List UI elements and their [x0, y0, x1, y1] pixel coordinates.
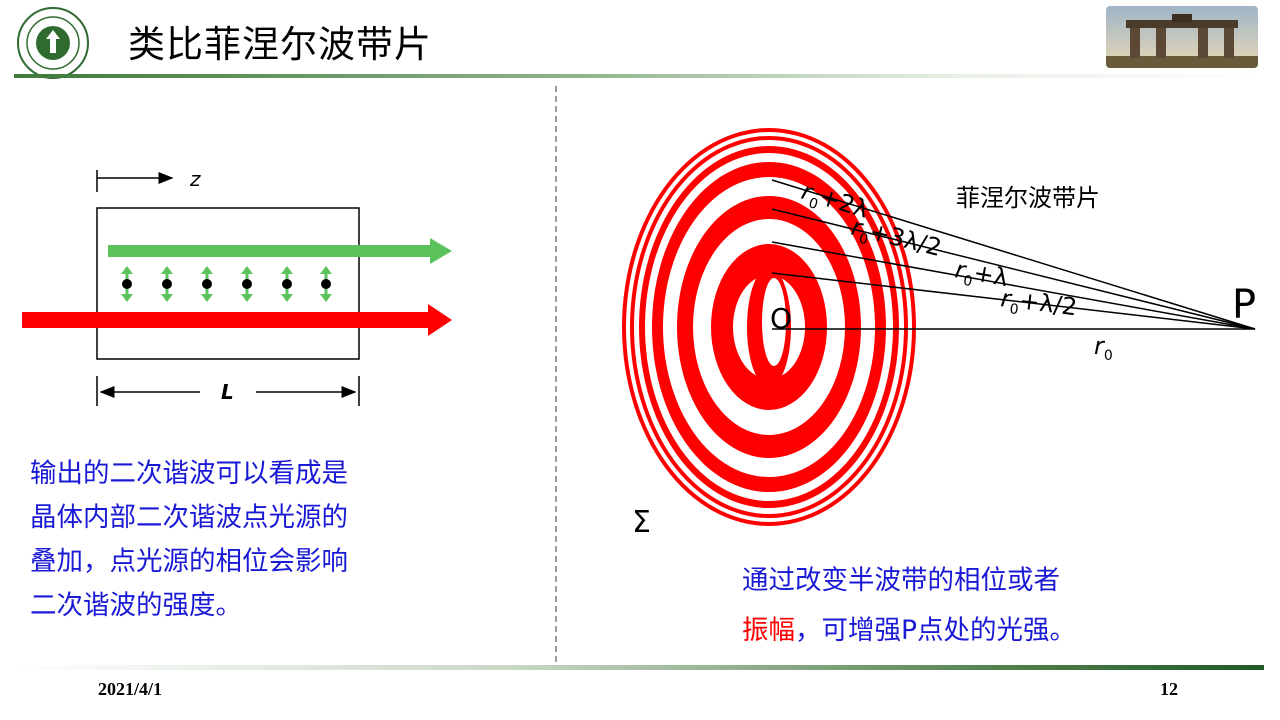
- green-beam-head: [430, 238, 452, 264]
- campus-gate-photo: [1106, 6, 1258, 68]
- dipole: [320, 266, 332, 302]
- right-text-line2-rest: ，可增强P点处的光强。: [795, 615, 1076, 646]
- dipole: [201, 266, 213, 302]
- r0-half-wave-label: r0+λ/2: [999, 284, 1079, 325]
- sigma-label: Σ: [632, 505, 651, 540]
- slide-number: 12: [1160, 679, 1178, 699]
- university-logo: [16, 6, 90, 80]
- dipole: [241, 266, 253, 302]
- dipole: [121, 266, 133, 302]
- L-label: L: [221, 380, 234, 404]
- red-beam-head: [428, 304, 452, 336]
- header-rule: [14, 74, 1266, 78]
- page-title: 类比菲涅尔波带片: [128, 23, 432, 66]
- P-label: P: [1232, 282, 1256, 328]
- amplitude-highlight: 振幅: [742, 615, 795, 646]
- zone-plate-diagram: O P Σ 菲涅尔波带片 r0 r0+λ/2 r0+λ r0+3λ/2 r0+2…: [622, 128, 1256, 540]
- left-text-line: 输出的二次谐波可以看成是: [30, 458, 348, 489]
- left-text-line: 叠加，点光源的相位会影响: [30, 546, 348, 577]
- zone-plate-label: 菲涅尔波带片: [956, 184, 1100, 212]
- dipole: [281, 266, 293, 302]
- right-text-line2: 振幅，可增强P点处的光强。: [742, 606, 1162, 656]
- right-explanation: 通过改变半波带的相位或者 振幅，可增强P点处的光强。: [742, 556, 1162, 656]
- red-beam: [22, 312, 430, 328]
- footer-rule: [14, 665, 1264, 670]
- crystal-box: [96, 207, 360, 360]
- z-label: z: [189, 167, 201, 191]
- left-text-line: 二次谐波的强度。: [30, 590, 242, 621]
- dashed-divider: [555, 86, 557, 662]
- right-text-line1: 通过改变半波带的相位或者: [742, 565, 1060, 596]
- r0-wave-label: r0+λ: [952, 255, 1010, 296]
- left-text-line: 晶体内部二次谐波点光源的: [30, 502, 348, 533]
- crystal-diagram: z L: [22, 167, 452, 406]
- slide-date: 2021/4/1: [98, 679, 163, 699]
- zone-plate-rings: [622, 128, 916, 526]
- O-label: O: [770, 302, 792, 335]
- left-explanation: 输出的二次谐波可以看成是 晶体内部二次谐波点光源的 叠加，点光源的相位会影响 二…: [30, 452, 430, 628]
- r0-label: r0: [1094, 332, 1113, 364]
- green-beam: [108, 245, 433, 257]
- dipole-sources: [121, 266, 332, 302]
- dipole: [161, 266, 173, 302]
